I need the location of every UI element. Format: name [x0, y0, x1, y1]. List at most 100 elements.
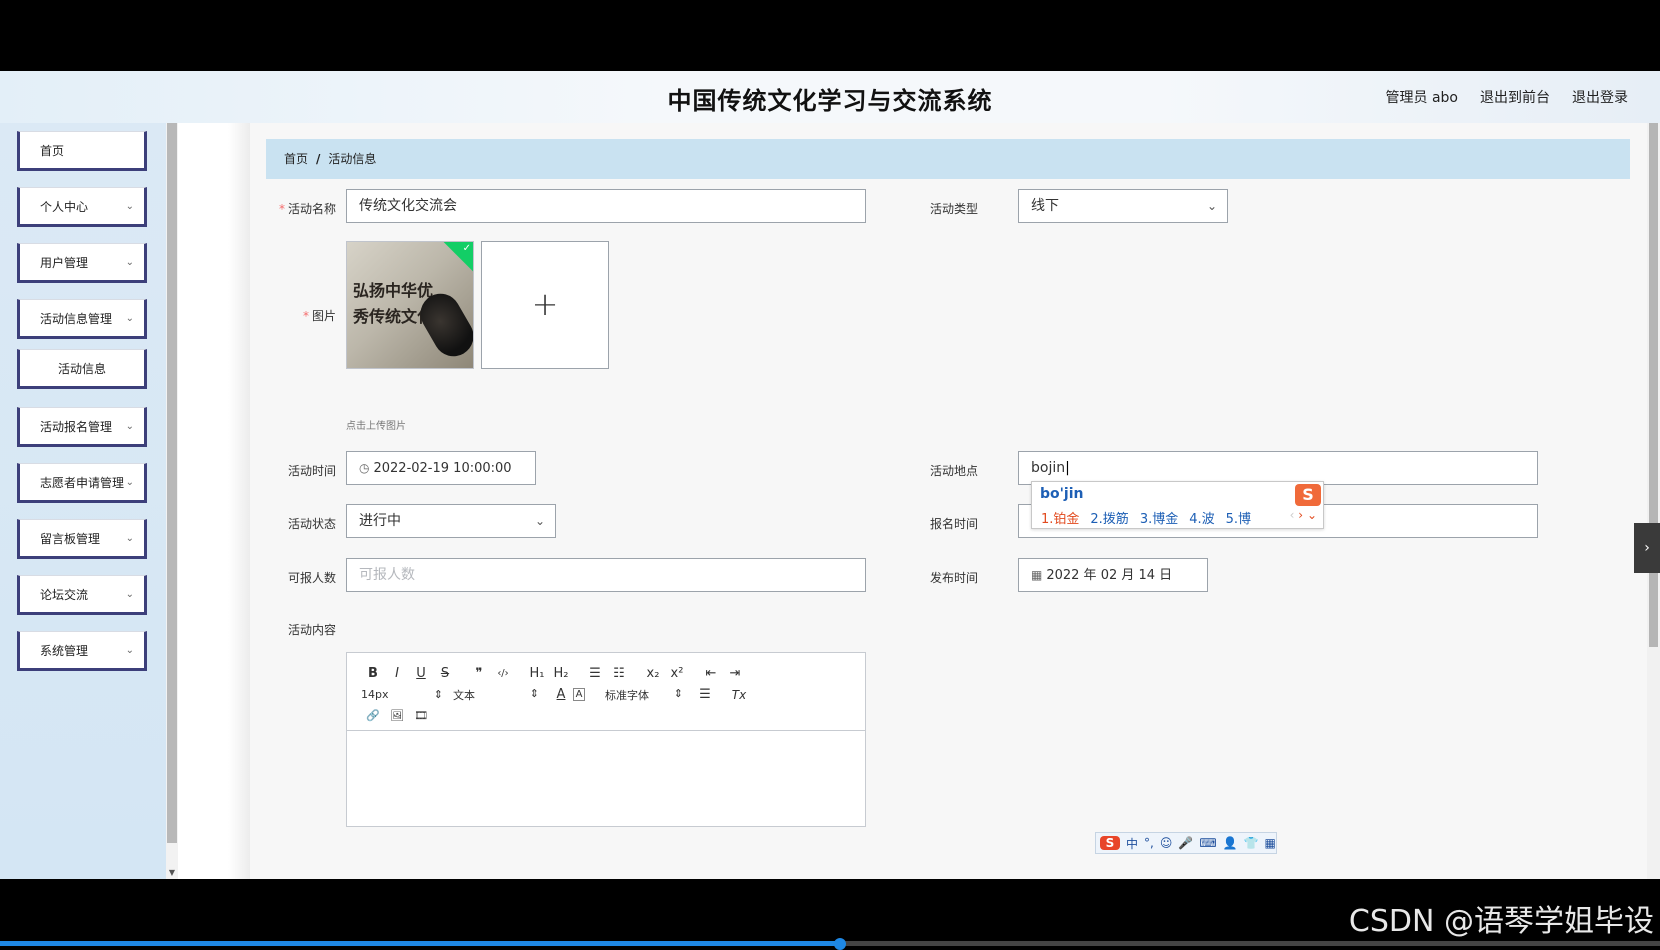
h2-button[interactable]: H₂: [549, 666, 573, 681]
align-button[interactable]: ☰: [693, 687, 717, 702]
sidebar-item-label: 活动报名管理: [40, 420, 113, 434]
check-icon: ✓: [462, 243, 471, 254]
bullet-list-button[interactable]: ☷: [607, 666, 631, 681]
back-to-front-link[interactable]: 退出到前台: [1480, 87, 1550, 107]
scrollbar-thumb[interactable]: [167, 123, 177, 843]
chevron-down-icon: ⌄: [1206, 199, 1217, 213]
font-size-select[interactable]: 14px ⇕: [361, 688, 453, 701]
activity-time-label: 活动时间: [287, 464, 336, 478]
ime-candidate[interactable]: 4.波: [1189, 508, 1214, 527]
superscript-button[interactable]: x²: [665, 666, 689, 681]
outdent-button[interactable]: ⇤: [699, 666, 723, 681]
toolbar-row-style: 14px ⇕ 文本 ⇕ A A 标准字体 ⇕ ☰ Tx: [361, 684, 855, 705]
chevron-down-icon: ⌄: [534, 514, 545, 528]
activity-name-input[interactable]: 传统文化交流会: [346, 189, 866, 223]
admin-label: 管理员 abo: [1385, 90, 1458, 106]
plus-icon: +: [531, 285, 559, 323]
activity-status-select[interactable]: 进行中 ⌄: [346, 504, 556, 538]
sidebar-item-label: 系统管理: [40, 644, 89, 658]
ime-chinese-mode[interactable]: 中: [1126, 835, 1138, 852]
ime-candidate[interactable]: 1.铂金: [1041, 508, 1079, 527]
ime-page-nav[interactable]: ‹ › ⌄: [1290, 508, 1317, 522]
chevron-left-icon[interactable]: ‹: [1290, 508, 1295, 522]
progress-fill: [0, 941, 840, 946]
breadcrumb-home[interactable]: 首页: [284, 152, 308, 166]
page-scrollbar[interactable]: [1647, 123, 1660, 879]
h1-button[interactable]: H₁: [525, 666, 549, 681]
chevron-right-icon[interactable]: ›: [1634, 523, 1660, 573]
sogou-logo-icon[interactable]: S: [1100, 836, 1120, 850]
clear-format-button[interactable]: Tx: [727, 688, 751, 702]
publish-time-label: 发布时间: [929, 571, 978, 585]
chevron-down-icon: ⌄: [125, 589, 134, 600]
indent-button[interactable]: ⇥: [723, 666, 747, 681]
sidebar-item-activity-info[interactable]: 活动信息: [17, 349, 147, 389]
ime-candidate[interactable]: 2.拨筋: [1090, 508, 1128, 527]
text-cursor: |: [1065, 460, 1070, 476]
sidebar-item-signup-management[interactable]: 活动报名管理 ⌄: [17, 407, 147, 447]
signup-time-label: 报名时间: [929, 517, 978, 531]
video-progress-bar[interactable]: [0, 938, 1660, 950]
activity-type-select[interactable]: 线下 ⌄: [1018, 189, 1228, 223]
link-button[interactable]: 🔗: [361, 709, 385, 722]
ime-skin-icon[interactable]: 👕: [1244, 836, 1259, 850]
strike-button[interactable]: S: [433, 666, 457, 681]
background-color-button[interactable]: A: [573, 688, 585, 701]
rich-text-editor: B I U S ❞ ‹/› H₁ H₂ ☰ ☷ x₂ x² ⇤ ⇥ 14px ⇕ …: [346, 652, 866, 827]
sidebar-item-user-management[interactable]: 用户管理 ⌄: [17, 243, 147, 283]
capacity-input[interactable]: 可报人数: [346, 558, 866, 592]
sidebar-item-label: 论坛交流: [40, 588, 89, 602]
required-mark: *: [302, 309, 309, 323]
header-actions: 管理员 abo 退出到前台 退出登录: [1386, 87, 1628, 107]
blockquote-button[interactable]: ❞: [467, 666, 491, 681]
progress-knob[interactable]: [833, 938, 846, 950]
font-color-button[interactable]: A: [549, 687, 573, 702]
uploaded-image-thumbnail[interactable]: 弘扬中华优秀传统文化 ✓: [346, 241, 474, 369]
sidebar-item-message-board[interactable]: 留言板管理 ⌄: [17, 519, 147, 559]
sidebar-item-label: 个人中心: [40, 200, 89, 214]
ime-punctuation-icon[interactable]: °,: [1144, 836, 1154, 850]
sidebar-scrollbar[interactable]: ▼: [166, 123, 178, 879]
ime-candidate[interactable]: 5.博: [1226, 508, 1251, 527]
breadcrumb: 首页 / 活动信息: [266, 139, 1630, 179]
editor-body[interactable]: [347, 731, 865, 827]
ime-candidate[interactable]: 3.博金: [1140, 508, 1178, 527]
video-button[interactable]: 🎞: [409, 709, 433, 722]
publish-date-picker[interactable]: ▦ 2022 年 02 月 14 日: [1018, 558, 1208, 592]
chevron-down-icon: ⌄: [125, 477, 134, 488]
ime-keyboard-icon[interactable]: ⌨: [1199, 836, 1216, 850]
activity-place-input[interactable]: bojin|: [1018, 451, 1538, 485]
chevron-right-icon[interactable]: ›: [1298, 508, 1303, 522]
italic-button[interactable]: I: [385, 666, 409, 681]
select-value: 线下: [1031, 198, 1059, 214]
subscript-button[interactable]: x₂: [641, 666, 665, 681]
ordered-list-button[interactable]: ☰: [583, 666, 607, 681]
activity-content-label: 活动内容: [287, 623, 336, 637]
sidebar-item-home[interactable]: 首页: [17, 131, 147, 171]
sidebar-item-label: 志愿者申请管理: [40, 476, 125, 490]
bold-button[interactable]: B: [361, 666, 385, 681]
sidebar-item-forum[interactable]: 论坛交流 ⌄: [17, 575, 147, 615]
heading-select[interactable]: 文本 ⇕: [453, 687, 549, 703]
code-button[interactable]: ‹/›: [491, 668, 515, 679]
ime-user-icon[interactable]: 👤: [1223, 836, 1238, 850]
font-family-select[interactable]: 标准字体 ⇕: [605, 687, 693, 703]
sidebar-item-label: 留言板管理: [40, 532, 101, 546]
required-mark: *: [278, 202, 285, 216]
logout-link[interactable]: 退出登录: [1572, 87, 1628, 107]
sidebar-item-system[interactable]: 系统管理 ⌄: [17, 631, 147, 671]
image-button[interactable]: 🖼: [385, 709, 409, 722]
ime-toolbox-icon[interactable]: ▦: [1265, 836, 1276, 850]
chevron-down-icon[interactable]: ⌄: [1307, 508, 1317, 522]
ime-emoji-icon[interactable]: ☺: [1160, 836, 1173, 850]
calligraphy-text: 弘扬中华优秀传统文化: [353, 281, 434, 326]
add-image-button[interactable]: +: [481, 241, 609, 369]
sidebar-item-activity-management[interactable]: 活动信息管理 ⌄: [17, 299, 147, 339]
scroll-down-arrow-icon[interactable]: ▼: [166, 868, 178, 877]
sidebar-item-personal-center[interactable]: 个人中心 ⌄: [17, 187, 147, 227]
activity-time-picker[interactable]: ◷ 2022-02-19 10:00:00: [346, 451, 536, 485]
ime-voice-icon[interactable]: 🎤: [1178, 836, 1193, 850]
breadcrumb-current: 活动信息: [328, 152, 377, 166]
underline-button[interactable]: U: [409, 666, 433, 681]
sidebar-item-volunteer-management[interactable]: 志愿者申请管理 ⌄: [17, 463, 147, 503]
